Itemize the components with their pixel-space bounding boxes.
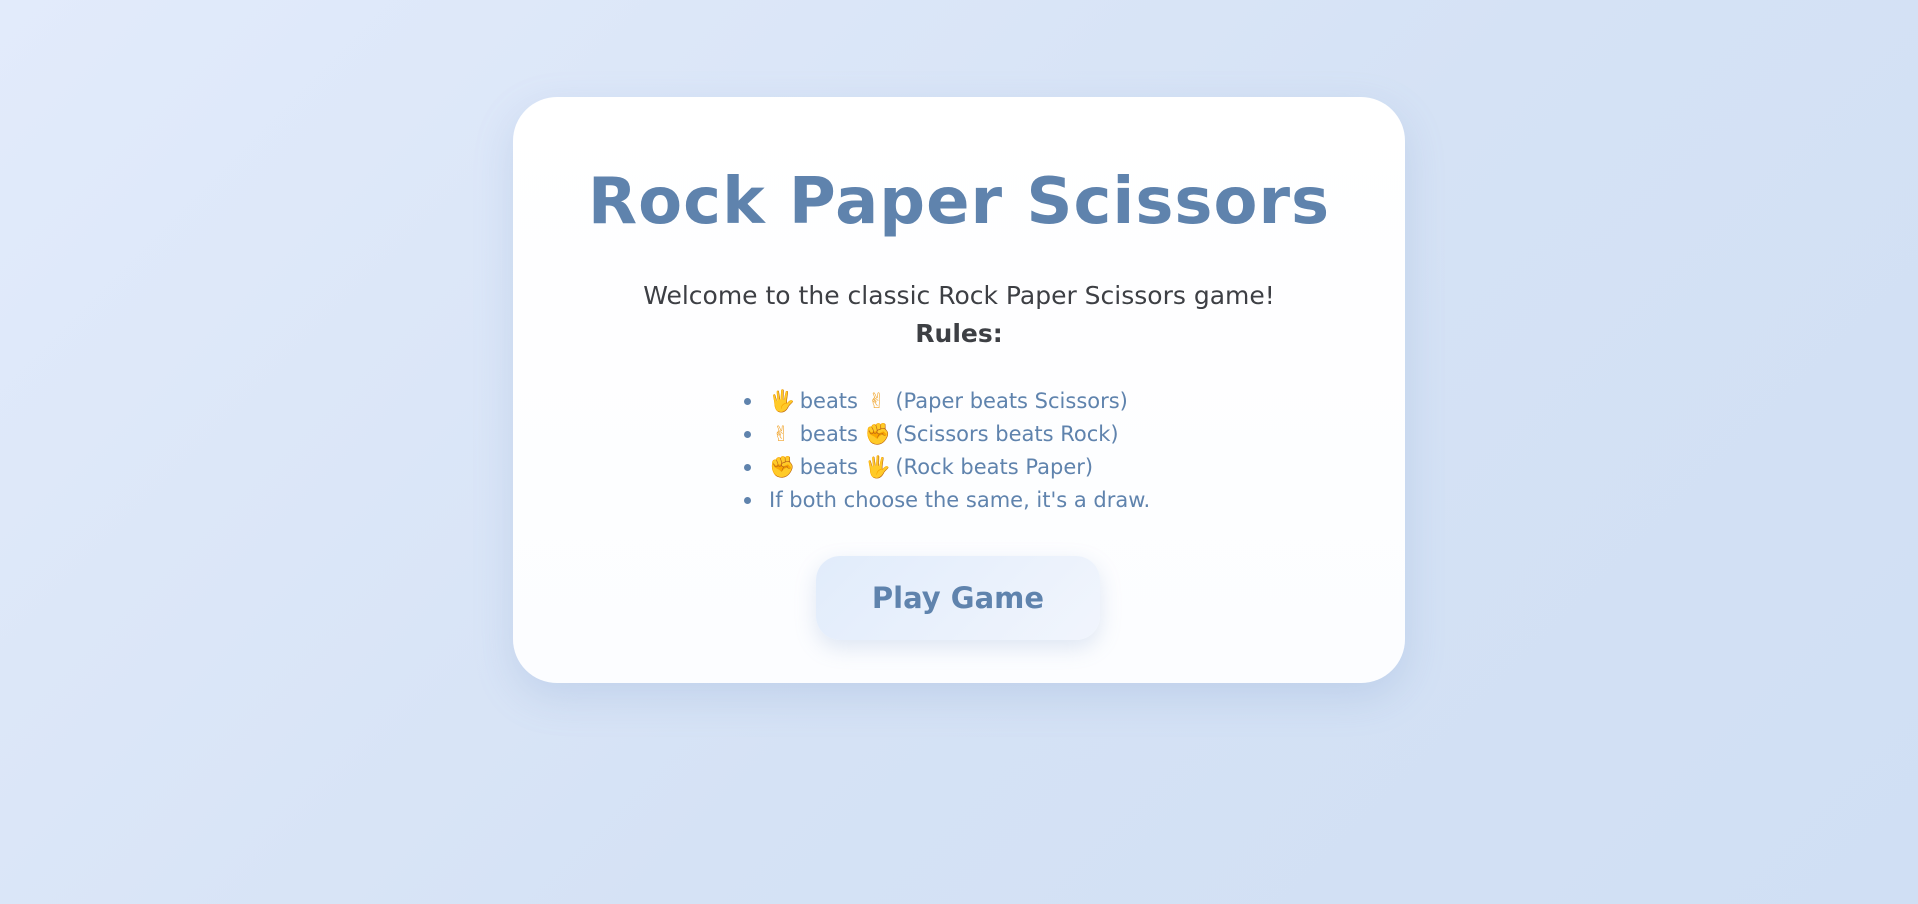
rule-explanation: (Rock beats Paper) — [895, 455, 1094, 479]
rule-explanation: (Paper beats Scissors) — [895, 389, 1128, 413]
rule-item-rock: ✊ beats 🖐 (Rock beats Paper) — [744, 451, 1150, 484]
bullet-icon — [744, 464, 751, 471]
raised-fist-icon: ✊ — [864, 422, 891, 446]
rule-item-draw: If both choose the same, it's a draw. — [744, 484, 1150, 517]
page-title: Rock Paper Scissors — [587, 165, 1331, 239]
rule-item-paper: 🖐 beats ✌ (Paper beats Scissors) — [744, 385, 1150, 418]
draw-rule-text: If both choose the same, it's a draw. — [769, 488, 1151, 512]
victory-hand-icon: ✌ — [772, 422, 790, 446]
play-game-button[interactable]: Play Game — [816, 556, 1100, 640]
rules-heading: Rules: — [915, 319, 1003, 348]
bullet-icon — [744, 398, 751, 405]
raised-hand-icon: 🖐 — [864, 455, 891, 479]
game-card: Rock Paper Scissors Welcome to the class… — [513, 97, 1405, 683]
rule-verb: beats — [799, 455, 858, 479]
rule-verb: beats — [799, 389, 858, 413]
page: { "game": { "title": "Rock Paper Scissor… — [0, 0, 1918, 904]
rule-item-scissors: ✌ beats ✊ (Scissors beats Rock) — [744, 418, 1150, 451]
welcome-text: Welcome to the classic Rock Paper Scisso… — [643, 281, 1275, 310]
victory-hand-icon: ✌ — [867, 389, 886, 413]
rule-verb: beats — [799, 422, 858, 446]
rules-list: 🖐 beats ✌ (Paper beats Scissors) ✌ beats… — [744, 385, 1150, 517]
bullet-icon — [744, 497, 751, 504]
rule-explanation: (Scissors beats Rock) — [895, 422, 1119, 446]
raised-fist-icon: ✊ — [769, 455, 796, 479]
raised-hand-icon: 🖐 — [769, 389, 796, 413]
bullet-icon — [744, 431, 751, 438]
